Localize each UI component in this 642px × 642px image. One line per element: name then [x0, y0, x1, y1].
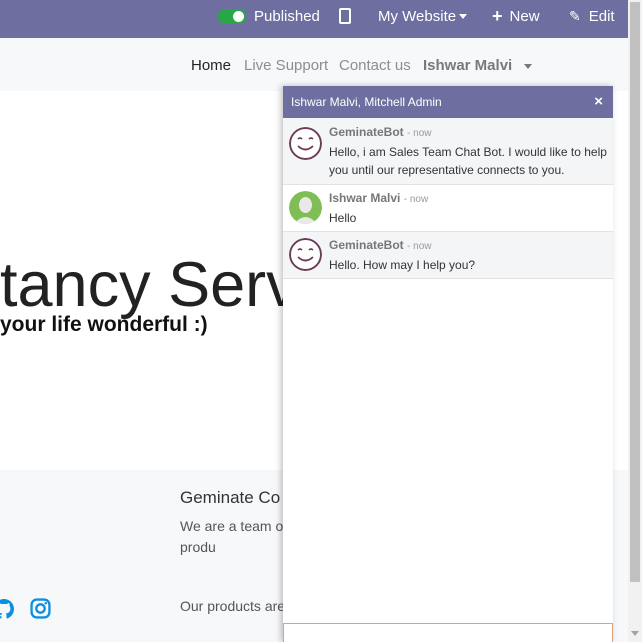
edit-button[interactable]: ✎ Edit	[569, 0, 615, 32]
chat-message: GeminateBot - now Hello. How may I help …	[283, 232, 613, 279]
publish-toggle[interactable]: Published	[218, 0, 320, 32]
message-meta: GeminateBot - now	[329, 125, 431, 139]
message-time: - now	[403, 194, 429, 205]
user-menu[interactable]: Ishwar Malvi	[423, 57, 533, 74]
site-navbar: Home Live Support Contact us Ishwar Malv…	[0, 38, 628, 91]
message-text: Hello	[329, 211, 357, 225]
pencil-icon: ✎	[569, 7, 581, 24]
nav-live-support[interactable]: Live Support	[244, 57, 328, 74]
edit-label: Edit	[588, 7, 615, 25]
nav-contact-us[interactable]: Contact us	[339, 57, 411, 74]
scroll-down-arrow-icon[interactable]	[631, 631, 639, 636]
chevron-down-icon	[524, 63, 533, 69]
page-scrollbar[interactable]	[628, 0, 642, 642]
published-label: Published	[254, 7, 320, 25]
chat-composer-input[interactable]	[283, 623, 613, 642]
new-button[interactable]: + New	[492, 0, 540, 32]
scrollbar-thumb[interactable]	[630, 2, 640, 582]
close-icon[interactable]: ×	[594, 93, 603, 110]
message-meta: GeminateBot - now	[329, 238, 431, 252]
message-text: Hello. How may I help you?	[329, 258, 476, 272]
chat-message: Ishwar Malvi - now Hello	[283, 185, 613, 232]
my-website-dropdown[interactable]: My Website	[378, 0, 468, 32]
instagram-icon[interactable]	[30, 598, 51, 619]
hero-title: ltancy Serv	[0, 250, 298, 320]
chat-header[interactable]: Ishwar Malvi, Mitchell Admin ×	[283, 86, 613, 118]
message-meta: Ishwar Malvi - now	[329, 191, 428, 205]
message-author: GeminateBot	[329, 238, 404, 252]
my-website-label: My Website	[378, 7, 457, 25]
user-avatar	[289, 191, 322, 224]
message-text: Hello, i am Sales Team Chat Bot. I would…	[329, 145, 607, 177]
github-icon[interactable]	[0, 598, 14, 620]
message-author: Ishwar Malvi	[329, 191, 401, 205]
new-label: New	[509, 7, 540, 25]
message-author: GeminateBot	[329, 125, 404, 139]
message-time: - now	[407, 241, 432, 252]
mobile-icon	[339, 8, 351, 24]
bot-avatar	[289, 238, 322, 271]
chat-title: Ishwar Malvi, Mitchell Admin	[291, 95, 442, 109]
bot-avatar	[289, 127, 322, 160]
livechat-window: Ishwar Malvi, Mitchell Admin × GeminateB…	[283, 86, 613, 642]
message-time: - now	[407, 128, 432, 139]
mobile-preview-button[interactable]	[339, 0, 351, 32]
toggle-switch[interactable]	[218, 8, 246, 24]
chevron-down-icon	[459, 13, 468, 19]
about-heading: Geminate Co	[180, 488, 281, 507]
user-name: Ishwar Malvi	[423, 57, 513, 74]
chat-message: GeminateBot - now Hello, i am Sales Team…	[283, 118, 613, 185]
hero-subtitle: your life wonderful :)	[0, 313, 208, 336]
admin-topbar: Published My Website + New ✎ Edit	[0, 0, 628, 38]
nav-home[interactable]: Home	[191, 57, 231, 74]
plus-icon: +	[492, 5, 503, 26]
